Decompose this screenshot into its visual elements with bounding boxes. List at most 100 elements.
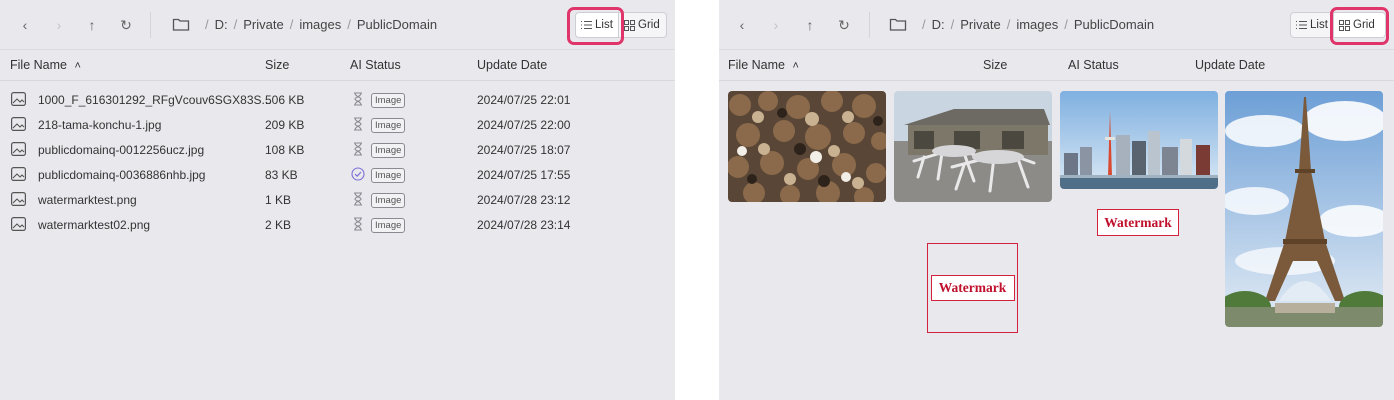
file-row[interactable]: watermarktest.png 1 KB Image 2024/07/28 23:… xyxy=(0,187,675,212)
file-size: 209 KB xyxy=(265,118,305,132)
file-size: 83 KB xyxy=(265,168,298,182)
hourglass-icon xyxy=(354,117,362,131)
breadcrumb: / D: / Private / images / PublicDomain xyxy=(922,17,1155,32)
back-button[interactable]: ‹ xyxy=(730,13,754,37)
chevron-left-icon: ‹ xyxy=(22,17,28,33)
animal-collage-image xyxy=(728,91,886,202)
grid-icon xyxy=(624,19,635,31)
file-name: publicdomainq-0036886nhb.jpg xyxy=(38,168,206,182)
type-badge: Image xyxy=(371,118,406,133)
file-name: publicdomainq-0012256ucz.jpg xyxy=(38,143,205,157)
type-badge: Image xyxy=(371,143,406,158)
column-header-size[interactable]: Size xyxy=(265,58,289,78)
column-header-name[interactable]: File Name ˄ xyxy=(728,58,799,78)
hourglass-icon xyxy=(354,192,362,206)
type-badge: Image xyxy=(371,193,406,208)
watermark-text: Watermark xyxy=(938,280,1007,295)
file-name: 1000_F_616301292_RFgVcouv6SGX83S... xyxy=(38,93,272,107)
type-badge: Image xyxy=(371,218,406,233)
header-divider xyxy=(719,80,1394,81)
breadcrumb: / D: / Private / images / PublicDomain xyxy=(205,17,438,32)
type-badge: Image xyxy=(371,168,406,183)
highlight-box xyxy=(1330,7,1389,45)
file-size: 506 KB xyxy=(265,93,305,107)
folder-icon xyxy=(172,18,190,31)
toolbar: ‹ › ↑ ↻ / D: / Private / images / Public… xyxy=(0,0,675,50)
list-view-panel: ‹ › ↑ ↻ / D: / Private / images / Public… xyxy=(0,0,675,400)
update-date: 2024/07/28 23:12 xyxy=(477,193,571,207)
file-size: 1 KB xyxy=(265,193,292,207)
grasshopper-sculpture-image xyxy=(894,91,1052,202)
breadcrumb-images[interactable]: images xyxy=(299,17,341,32)
column-header-date[interactable]: Update Date xyxy=(477,58,547,78)
column-header-status[interactable]: AI Status xyxy=(350,58,401,78)
arrow-up-icon: ↑ xyxy=(806,17,814,33)
breadcrumb-drive[interactable]: D: xyxy=(215,17,228,32)
image-file-icon xyxy=(11,92,26,106)
thumbnail-eiffel-tower[interactable] xyxy=(1225,91,1383,327)
toolbar-divider xyxy=(150,12,151,38)
refresh-icon: ↻ xyxy=(120,16,132,33)
hourglass-icon xyxy=(354,217,362,231)
type-badge: Image xyxy=(371,93,406,108)
thumbnail-grasshopper-sculpture[interactable] xyxy=(894,91,1052,202)
breadcrumb-images[interactable]: images xyxy=(1016,17,1058,32)
column-header-date[interactable]: Update Date xyxy=(1195,58,1265,78)
toolbar-divider xyxy=(869,12,870,38)
file-row[interactable]: publicdomainq-0012256ucz.jpg 108 KB Image 2… xyxy=(0,137,675,162)
update-date: 2024/07/28 23:14 xyxy=(477,218,571,232)
file-name: watermarktest.png xyxy=(38,193,137,207)
breadcrumb-private[interactable]: Private xyxy=(243,17,283,32)
column-header-size[interactable]: Size xyxy=(983,58,1007,78)
image-file-icon xyxy=(11,217,26,231)
watermark-inner-box: Watermark xyxy=(930,275,1015,301)
refresh-button[interactable]: ↻ xyxy=(114,13,138,37)
breadcrumb-publicdomain[interactable]: PublicDomain xyxy=(357,17,437,32)
image-file-icon xyxy=(11,192,26,206)
chevron-right-icon: › xyxy=(773,17,779,33)
image-file-icon xyxy=(11,117,26,131)
city-skyline-image xyxy=(1060,91,1218,189)
hourglass-icon xyxy=(354,142,362,156)
breadcrumb-publicdomain[interactable]: PublicDomain xyxy=(1074,17,1154,32)
breadcrumb-private[interactable]: Private xyxy=(960,17,1000,32)
chevron-left-icon: ‹ xyxy=(739,17,745,33)
forward-button[interactable]: › xyxy=(764,13,788,37)
sort-ascending-icon: ˄ xyxy=(792,60,799,72)
grid-view-panel: ‹ › ↑ ↻ / D: / Private / images / Public… xyxy=(719,0,1394,400)
highlight-box xyxy=(567,7,624,45)
sort-ascending-icon: ˄ xyxy=(74,60,81,72)
chevron-right-icon: › xyxy=(56,17,62,33)
up-button[interactable]: ↑ xyxy=(80,13,104,37)
file-name: 218-tama-konchu-1.jpg xyxy=(38,118,162,132)
list-view-button[interactable]: List xyxy=(1290,12,1334,38)
file-row[interactable]: publicdomainq-0036886nhb.jpg 83 KB Image 20… xyxy=(0,162,675,187)
refresh-button[interactable]: ↻ xyxy=(832,13,856,37)
image-file-icon xyxy=(11,167,26,181)
arrow-up-icon: ↑ xyxy=(88,17,96,33)
update-date: 2024/07/25 22:01 xyxy=(477,93,571,107)
file-row[interactable]: 218-tama-konchu-1.jpg 209 KB Image 2024/07/… xyxy=(0,112,675,137)
up-button[interactable]: ↑ xyxy=(798,13,822,37)
breadcrumb-drive[interactable]: D: xyxy=(932,17,945,32)
header-divider xyxy=(0,80,675,81)
update-date: 2024/07/25 18:07 xyxy=(477,143,571,157)
list-icon xyxy=(1296,20,1307,30)
thumbnail-watermark-square[interactable]: Watermark xyxy=(927,243,1018,333)
grid-view-button[interactable]: Grid xyxy=(619,12,667,38)
thumbnail-watermark-small[interactable]: Watermark xyxy=(1097,209,1179,236)
column-header-status[interactable]: AI Status xyxy=(1068,58,1119,78)
refresh-icon: ↻ xyxy=(838,16,850,33)
back-button[interactable]: ‹ xyxy=(13,13,37,37)
thumbnail-city-skyline[interactable] xyxy=(1060,91,1218,189)
update-date: 2024/07/25 17:55 xyxy=(477,168,571,182)
file-row[interactable]: watermarktest02.png 2 KB Image 2024/07/28 2… xyxy=(0,212,675,237)
forward-button[interactable]: › xyxy=(47,13,71,37)
column-header-name[interactable]: File Name ˄ xyxy=(10,58,81,78)
file-size: 108 KB xyxy=(265,143,305,157)
thumbnail-animal-collage[interactable] xyxy=(728,91,886,202)
file-name: watermarktest02.png xyxy=(38,218,151,232)
toolbar: ‹ › ↑ ↻ / D: / Private / images / Public… xyxy=(719,0,1394,50)
check-circle-icon xyxy=(351,167,365,181)
file-row[interactable]: 1000_F_616301292_RFgVcouv6SGX83S... 506 K… xyxy=(0,87,675,112)
